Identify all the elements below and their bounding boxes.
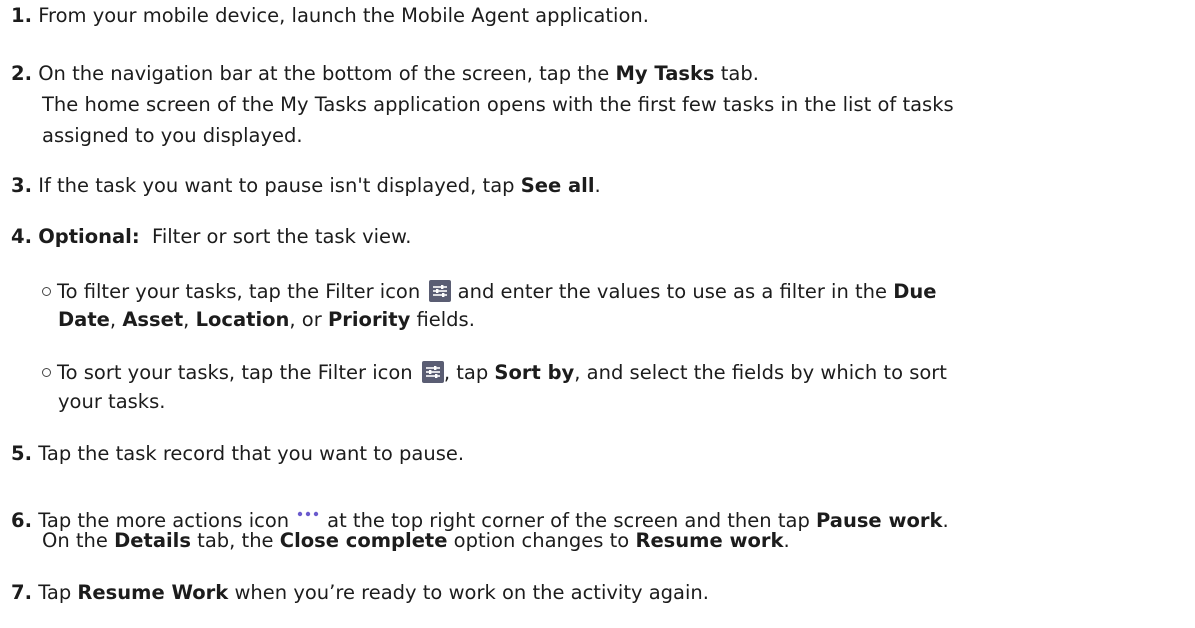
pause-work-label: Pause work (816, 509, 943, 532)
step-text: If the task you want to pause isn't disp… (38, 174, 521, 197)
bullet-text: and enter the values to use as a filter … (451, 280, 894, 303)
step-number: 2. (11, 62, 32, 85)
separator: , (183, 308, 196, 331)
step-text: From your mobile device, launch the Mobi… (38, 4, 649, 27)
bullet-text-end: , and select the fields by which to sort (574, 361, 947, 384)
result-text: tab, the (190, 529, 280, 552)
bullet-marker (42, 287, 51, 296)
step-text: On the navigation bar at the bottom of t… (38, 62, 616, 85)
step-6-result: On the Details tab, the Close complete o… (42, 528, 790, 554)
step-text-end: . (594, 174, 601, 197)
step-4-bullet-sort: To sort your tasks, tap the Filter icon … (42, 360, 947, 386)
step-4: 4. Optional: Filter or sort the task vie… (11, 224, 411, 250)
step-2: 2. On the navigation bar at the bottom o… (11, 61, 759, 87)
step-1: 1. From your mobile device, launch the M… (11, 3, 649, 29)
result-text: On the (42, 529, 115, 552)
step-text: Filter or sort the task view. (139, 225, 412, 248)
bullet-text: , tap (443, 361, 495, 384)
location-label: Location (195, 308, 290, 331)
step-text-end: tab. (714, 62, 759, 85)
procedure-steps: 1. From your mobile device, launch the M… (0, 0, 1195, 628)
step-7: 7. Tap Resume Work when you’re ready to … (11, 580, 709, 606)
step-2-result-line-1: The home screen of the My Tasks applicat… (42, 93, 954, 116)
step-5: 5. Tap the task record that you want to … (11, 441, 464, 467)
step-text: Tap (38, 581, 78, 604)
see-all-label: See all (520, 174, 595, 197)
step-number: 1. (11, 4, 32, 27)
step-number: 3. (11, 174, 32, 197)
filter-sliders-icon (429, 280, 452, 302)
separator: , or (289, 308, 328, 331)
details-label: Details (114, 529, 191, 552)
bullet-text: To filter your tasks, tap the Filter ico… (57, 280, 427, 303)
resume-work-label: Resume work (635, 529, 784, 552)
step-number: 7. (11, 581, 32, 604)
result-text-end: . (783, 529, 790, 552)
sort-by-label: Sort by (494, 361, 575, 384)
priority-label: Priority (327, 308, 411, 331)
step-4-bullet-sort-line-2: your tasks. (58, 390, 166, 413)
step-number: 5. (11, 442, 32, 465)
bullet-marker (42, 368, 51, 377)
due-label: Due (893, 280, 937, 303)
step-4-bullet-filter: To filter your tasks, tap the Filter ico… (42, 279, 937, 305)
close-complete-label: Close complete (279, 529, 448, 552)
step-text: Tap the task record that you want to pau… (38, 442, 465, 465)
optional-label: Optional: (38, 225, 140, 248)
step-text-end: when you’re ready to work on the activit… (228, 581, 709, 604)
bullet-text: To sort your tasks, tap the Filter icon (57, 361, 419, 384)
step-4-bullet-filter-line-2: Date, Asset, Location, or Priority field… (58, 307, 475, 333)
date-label: Date (58, 308, 110, 331)
step-number: 6. (11, 509, 32, 532)
filter-sliders-icon (421, 361, 444, 383)
step-2-result-line-2: assigned to you displayed. (42, 124, 303, 147)
more-actions-icon (297, 498, 319, 524)
asset-label: Asset (122, 308, 184, 331)
bullet-text-end: fields. (410, 308, 475, 331)
result-text: option changes to (447, 529, 636, 552)
step-text-end: . (942, 509, 949, 532)
separator: , (109, 308, 123, 331)
step-3: 3. If the task you want to pause isn't d… (11, 173, 601, 199)
my-tasks-label: My Tasks (615, 62, 715, 85)
step-number: 4. (11, 225, 32, 248)
resume-work-label: Resume Work (77, 581, 229, 604)
